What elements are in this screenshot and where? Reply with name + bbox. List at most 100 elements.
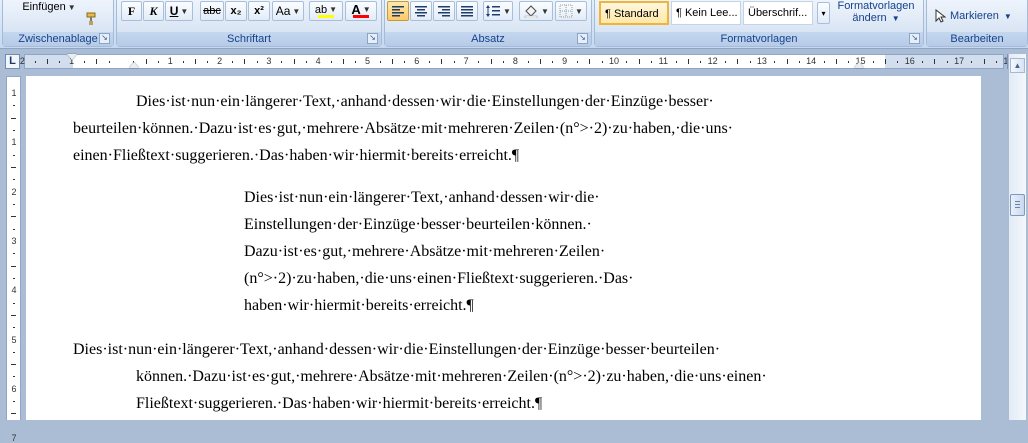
- ruler-number: 2: [11, 186, 17, 197]
- ruler-tick: [13, 302, 15, 304]
- select-button[interactable]: Markieren ▼: [933, 8, 1012, 24]
- ruler-tick: [96, 59, 98, 64]
- highlight-color-swatch: [318, 14, 334, 18]
- ruler-tick: [11, 314, 16, 316]
- subscript-button[interactable]: x₂: [225, 1, 247, 21]
- dialog-launcher-icon[interactable]: ↘: [909, 33, 920, 44]
- paragraph-1[interactable]: Dies·ist·nun·ein·längerer·Text,·anhand·d…: [73, 88, 733, 169]
- ruler-tick: [11, 166, 16, 168]
- align-right-button[interactable]: [433, 1, 455, 21]
- italic-button[interactable]: K: [143, 1, 164, 21]
- ruler-number: 17: [954, 56, 965, 66]
- ruler-tick: [281, 61, 283, 63]
- ruler-tick: [786, 59, 788, 64]
- ruler-tick: [601, 61, 603, 63]
- align-left-button[interactable]: [387, 1, 409, 21]
- paragraph-1-line-2: beurteilen·können.·Dazu·ist·es·gut,·mehr…: [73, 120, 733, 137]
- ruler-tick: [194, 59, 196, 64]
- styles-more-button[interactable]: ▾: [817, 2, 830, 24]
- ruler-number: 7: [11, 433, 17, 443]
- chevron-down-icon: ▼: [1003, 11, 1012, 21]
- format-painter-icon: [86, 12, 96, 25]
- ribbon: Einfügen ▼ Zwischenablage ↘ F K U ▼ abc: [0, 0, 1028, 49]
- scroll-up-button[interactable]: ▲: [1010, 58, 1025, 73]
- ruler-tick: [11, 265, 16, 267]
- ruler-bar: L 21123456789101112131415161718: [0, 49, 1028, 75]
- highlight-button[interactable]: ab ▼: [309, 1, 343, 21]
- ruler-number: 5: [364, 56, 370, 66]
- ruler-tick: [379, 61, 381, 63]
- right-indent-marker[interactable]: [854, 62, 864, 68]
- ruler-number: 3: [11, 235, 17, 246]
- horizontal-ruler[interactable]: 21123456789101112131415161718: [20, 54, 1013, 69]
- align-center-button[interactable]: [410, 1, 432, 21]
- borders-button[interactable]: ▼: [555, 1, 587, 21]
- ruler-tick: [342, 59, 344, 64]
- paragraph-2[interactable]: Dies·ist·nun·ein·längerer·Text,·anhand·d…: [244, 184, 633, 319]
- change-case-button[interactable]: Aa ▼: [272, 1, 304, 21]
- superscript-button[interactable]: x²: [248, 1, 270, 21]
- ruler-tick: [872, 61, 874, 63]
- ruler-tick: [13, 228, 15, 230]
- hanging-indent-marker[interactable]: [129, 62, 139, 68]
- ruler-tick: [971, 61, 973, 63]
- ruler-tick: [13, 401, 15, 403]
- document-page[interactable]: Dies·ist·nun·ein·längerer·Text,·anhand·d…: [26, 76, 981, 420]
- ruler-number: 4: [11, 285, 17, 296]
- vertical-scrollbar[interactable]: ▲: [1008, 54, 1026, 420]
- cursor-select-icon: [935, 9, 947, 23]
- ruler-tick: [182, 61, 184, 63]
- first-line-indent-marker[interactable]: [67, 54, 77, 60]
- ruler-tick: [749, 61, 751, 63]
- editing-group-label: Bearbeiten: [927, 32, 1027, 46]
- ruler-tick: [478, 61, 480, 63]
- justify-button[interactable]: [456, 1, 478, 21]
- ruler-tick: [392, 59, 394, 64]
- ruler-tick: [207, 61, 209, 63]
- ruler-tick: [293, 59, 295, 64]
- dialog-launcher-icon[interactable]: ↘: [577, 33, 588, 44]
- shading-button[interactable]: ▼: [519, 1, 553, 21]
- italic-label: K: [149, 3, 158, 18]
- dialog-launcher-icon[interactable]: ↘: [367, 33, 378, 44]
- vertical-ruler[interactable]: 1 1 2 3 4 5 6 7: [6, 76, 21, 443]
- line-spacing-button[interactable]: ▼: [483, 1, 513, 21]
- style-heading[interactable]: Überschrif...: [743, 1, 813, 25]
- style-standard[interactable]: ¶ Standard: [599, 1, 669, 25]
- chevron-down-icon: ▼: [541, 6, 549, 16]
- style-no-spacing[interactable]: ¶ Kein Lee...: [671, 1, 741, 25]
- ruler-tick: [145, 59, 147, 64]
- bold-label: F: [127, 3, 136, 18]
- change-styles-button[interactable]: Formatvorlagen ändern ▼: [833, 0, 919, 30]
- ruler-number: 12: [707, 56, 718, 66]
- paint-bucket-icon: [524, 5, 538, 18]
- ruler-tick: [897, 61, 899, 63]
- style-heading-label: Überschrif...: [748, 7, 808, 19]
- style-standard-label: ¶ Standard: [605, 8, 659, 20]
- font-color-button[interactable]: A ▼: [345, 1, 377, 21]
- ruler-number: 9: [562, 56, 568, 66]
- subscript-label: x₂: [230, 5, 242, 17]
- ruler-number: 5: [11, 334, 17, 345]
- paragraph-2-line-1: Dies·ist·nun·ein·längerer·Text,·anhand·d…: [244, 189, 600, 206]
- paste-button[interactable]: Einfügen ▼: [17, 0, 81, 14]
- bold-button[interactable]: F: [121, 1, 142, 21]
- ruler-number: 4: [315, 56, 321, 66]
- underline-button[interactable]: U ▼: [165, 1, 193, 21]
- ruler-number: 1: [11, 137, 17, 148]
- ruler-number: 6: [414, 56, 420, 66]
- ruler-tick: [429, 61, 431, 63]
- ruler-number: 14: [806, 56, 817, 66]
- strikethrough-button[interactable]: abc: [200, 1, 224, 21]
- format-painter-button[interactable]: [79, 12, 99, 26]
- ruler-tick: [638, 59, 640, 64]
- ruler-tick: [983, 59, 985, 64]
- ruler-tick: [244, 59, 246, 64]
- scroll-thumb[interactable]: [1010, 194, 1025, 216]
- ruler-tick: [13, 154, 15, 156]
- paragraph-3[interactable]: Dies·ist·nun·ein·längerer·Text,·anhand·d…: [73, 336, 767, 417]
- change-styles-label-2: ändern: [852, 12, 887, 24]
- ruler-tick: [552, 61, 554, 63]
- border-icon: [559, 4, 573, 18]
- dialog-launcher-icon[interactable]: ↘: [99, 33, 110, 44]
